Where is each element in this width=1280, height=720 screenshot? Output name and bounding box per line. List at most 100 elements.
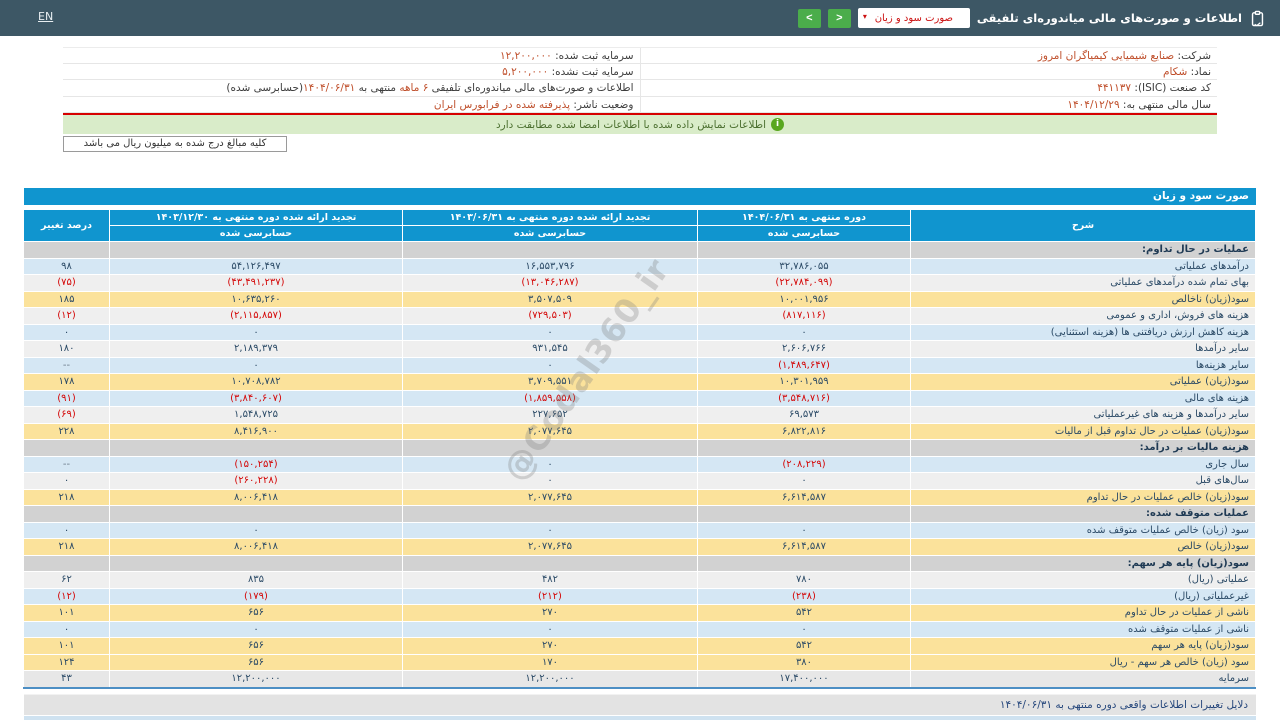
row-label: سود(زیان) پایه هر سهم bbox=[910, 637, 1256, 655]
report-clipboard-icon bbox=[1249, 10, 1266, 27]
cell-value: ۱۰,۷۰۸,۷۸۲ bbox=[109, 373, 403, 391]
cell-value: ۲۷۰ bbox=[402, 604, 698, 622]
company-info-cell: کد صنعت (ISIC): ۴۴۱۱۳۷ bbox=[639, 80, 1218, 96]
cell-value: ۰ bbox=[697, 521, 911, 539]
section-row: هزینه مالیات بر درآمد: bbox=[23, 439, 1256, 457]
cell-value: ۵۴۲ bbox=[697, 637, 911, 655]
pct-value: (۱۲) bbox=[23, 307, 110, 325]
row-label: سایر درآمدها و هزینه های غیرعملیاتی bbox=[910, 406, 1256, 424]
cell-value: ۴۸۲ bbox=[402, 571, 698, 589]
statement-select-value: صورت سود و زیان bbox=[874, 12, 953, 24]
cell-value: ۲۲۷,۶۵۲ bbox=[402, 406, 698, 424]
cell-value: ۱۰,۶۳۵,۲۶۰ bbox=[109, 290, 403, 308]
pct-value: (۱۲) bbox=[23, 587, 110, 605]
table-row: سود(زیان) پایه هر سهم ۵۴۲ ۲۷۰ ۶۵۶ ۱۰۱ bbox=[23, 637, 1256, 655]
table-row: سرمایه ۱۷,۴۰۰,۰۰۰ ۱۲,۲۰۰,۰۰۰ ۱۲,۲۰۰,۰۰۰ ۴۳ bbox=[23, 670, 1256, 688]
info-label: (حسابرسی شده) bbox=[226, 82, 304, 94]
pct-value: ۲۲۸ bbox=[23, 422, 110, 440]
col-subheader-audited-1: حسابرسی شده bbox=[697, 225, 911, 242]
cell-value: ۹۳۱,۵۴۵ bbox=[402, 340, 698, 358]
table-row: ناشی از عملیات در حال تداوم ۵۴۲ ۲۷۰ ۶۵۶ ۱۰۱ bbox=[23, 604, 1256, 622]
table-row: ناشی از عملیات متوقف شده ۰ ۰ ۰ ۰ bbox=[23, 620, 1256, 638]
info-label: سرمایه ثبت نشده: bbox=[548, 65, 634, 78]
cell-value: ۲,۰۷۷,۶۴۵ bbox=[402, 538, 698, 556]
info-value: پذیرفته شده در فرابورس ایران bbox=[433, 98, 571, 111]
info-label: اطلاعات و صورت‌های مالی میاندوره‌ای تلفی… bbox=[428, 82, 634, 94]
prev-statement-button[interactable]: < bbox=[797, 8, 821, 28]
pct-value: (۶۹) bbox=[23, 406, 110, 424]
info-value: ۴۴۱۱۳۷ bbox=[1097, 82, 1132, 94]
cell-value: (۳,۸۴۰,۶۰۷) bbox=[109, 389, 403, 407]
row-label: عملیاتی (ریال) bbox=[910, 571, 1256, 589]
cell-value bbox=[402, 241, 698, 259]
company-info-cell: وضعیت ناشر: پذیرفته شده در فرابورس ایران bbox=[63, 97, 640, 113]
cell-value: ۰ bbox=[109, 356, 403, 374]
table-row: هزینه های مالی (۳,۵۴۸,۷۱۶) (۱,۸۵۹,۵۵۸) (۳,۸… bbox=[23, 389, 1256, 407]
company-info-cell: سال مالی منتهی به: ۱۴۰۴/۱۲/۲۹ bbox=[639, 96, 1218, 112]
income-statement-section: صورت سود و زیان شرح دوره منتهی به ۱۴۰۴/۰… bbox=[23, 188, 1256, 689]
section-row: عملیات در حال تداوم: bbox=[23, 241, 1256, 259]
info-label: شرکت: bbox=[1174, 50, 1211, 62]
pct-value: ۴۳ bbox=[23, 670, 110, 688]
language-toggle-en[interactable]: EN bbox=[38, 10, 53, 23]
company-info-cell: اطلاعات و صورت‌های مالی میاندوره‌ای تلفی… bbox=[63, 80, 640, 96]
pct-value: ۱۸۰ bbox=[23, 340, 110, 358]
section-row: سود(زیان) پایه هر سهم: bbox=[23, 554, 1256, 572]
row-label: سود(زیان) خالص bbox=[910, 538, 1256, 556]
pct-value: ۱۰۱ bbox=[23, 604, 110, 622]
cell-value: ۲,۶۰۶,۷۶۶ bbox=[697, 340, 911, 358]
row-label: هزینه های مالی bbox=[910, 389, 1256, 407]
col-header-period-restated-6m: تجدید ارائه شده دوره منتهی به ۱۴۰۳/۰۶/۳۱ bbox=[402, 209, 698, 226]
pct-value: (۷۵) bbox=[23, 274, 110, 292]
statement-select[interactable]: ▾ صورت سود و زیان bbox=[857, 8, 970, 28]
cell-value: (۲,۱۱۵,۸۵۷) bbox=[109, 307, 403, 325]
row-label: سود(زیان) پایه هر سهم: bbox=[910, 554, 1256, 572]
cell-value: ۷۸۰ bbox=[697, 571, 911, 589]
row-label: سال‌های قبل bbox=[910, 472, 1256, 490]
row-label: عملیات در حال تداوم: bbox=[910, 241, 1256, 259]
row-label: سود (زیان) خالص عملیات متوقف شده bbox=[910, 521, 1256, 539]
cell-value: (۱,۴۸۹,۶۴۷) bbox=[697, 356, 911, 374]
cell-value bbox=[402, 554, 698, 572]
chevron-down-icon: ▾ bbox=[862, 12, 867, 21]
table-row: سود(زیان) ناخالص ۱۰,۰۰۱,۹۵۶ ۳,۵۰۷,۵۰۹ ۱۰,۶۳… bbox=[23, 290, 1256, 308]
info-label: وضعیت ناشر: bbox=[570, 98, 634, 111]
table-header: شرح دوره منتهی به ۱۴۰۴/۰۶/۳۱ تجدید ارائه… bbox=[23, 209, 1256, 242]
cell-value: ۶۵۶ bbox=[109, 637, 403, 655]
col-subheader-audited-3: حسابرسی شده bbox=[109, 225, 403, 242]
info-label: منتهی به bbox=[355, 82, 400, 94]
cell-value: ۱۰,۳۰۱,۹۵۹ bbox=[697, 373, 911, 391]
cell-value: (۱۳,۰۴۶,۲۸۷) bbox=[402, 274, 698, 292]
cell-value: ۱۲,۲۰۰,۰۰۰ bbox=[109, 670, 403, 688]
next-statement-button[interactable]: > bbox=[827, 8, 851, 28]
cell-value bbox=[402, 505, 698, 523]
col-header-desc: شرح bbox=[910, 209, 1256, 242]
pct-value: ۱۲۴ bbox=[23, 653, 110, 671]
cell-value: (۲۰۸,۲۲۹) bbox=[697, 455, 911, 473]
table-row: بهای تمام شده درآمدهای عملیاتی (۲۲,۷۸۴,۰۹… bbox=[23, 274, 1256, 292]
info-label: نماد: bbox=[1187, 65, 1211, 78]
pct-value: ۰ bbox=[23, 472, 110, 490]
cell-value: ۶,۸۲۲,۸۱۶ bbox=[697, 422, 911, 440]
cell-value: ۰ bbox=[402, 323, 698, 341]
company-info-cell: سرمایه ثبت نشده: ۵,۲۰۰,۰۰۰ bbox=[63, 64, 640, 80]
info-label: سرمایه ثبت شده: bbox=[551, 50, 634, 62]
cell-value bbox=[109, 241, 403, 259]
info-icon: i bbox=[771, 118, 784, 131]
row-label: سود(زیان) ناخالص bbox=[910, 290, 1256, 308]
table-row: سایر درآمدها ۲,۶۰۶,۷۶۶ ۹۳۱,۵۴۵ ۲,۱۸۹,۳۷۹ ۱۸۰ bbox=[23, 340, 1256, 358]
table-row: غیرعملیاتی (ریال) (۲۳۸) (۲۱۲) (۱۷۹) (۱۲) bbox=[23, 587, 1256, 605]
cell-value bbox=[109, 439, 403, 457]
info-value: شکام bbox=[1162, 65, 1188, 78]
cell-value: ۱۲,۲۰۰,۰۰۰ bbox=[402, 670, 698, 688]
topbar-controls: اطلاعات و صورت‌های مالی میاندوره‌ای تلفی… bbox=[797, 0, 1266, 36]
cell-value bbox=[109, 505, 403, 523]
cell-value: (۱,۸۵۹,۵۵۸) bbox=[402, 389, 698, 407]
section-row: عملیات متوقف شده: bbox=[23, 505, 1256, 523]
cell-value: ۰ bbox=[109, 521, 403, 539]
cell-value: ۶,۶۱۴,۵۸۷ bbox=[697, 488, 911, 506]
pct-value: ۹۸ bbox=[23, 257, 110, 275]
cell-value bbox=[697, 439, 911, 457]
topbar: EN اطلاعات و صورت‌های مالی میاندوره‌ای ت… bbox=[0, 0, 1280, 36]
row-label: هزینه های فروش، اداری و عمومی bbox=[910, 307, 1256, 325]
